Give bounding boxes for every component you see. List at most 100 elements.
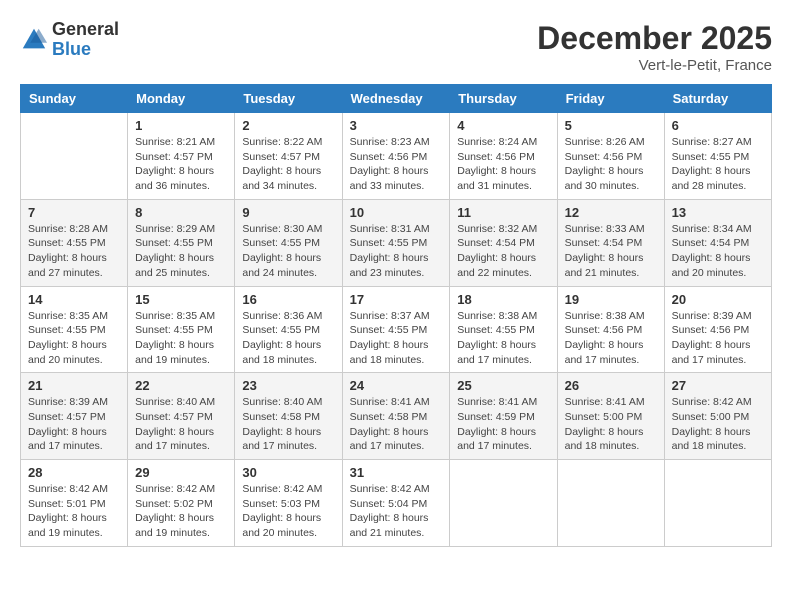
day-info: Sunrise: 8:26 AM Sunset: 4:56 PM Dayligh… xyxy=(565,135,657,194)
day-number: 12 xyxy=(565,205,657,220)
day-number: 13 xyxy=(672,205,764,220)
calendar-cell xyxy=(557,460,664,547)
day-info: Sunrise: 8:42 AM Sunset: 5:02 PM Dayligh… xyxy=(135,482,227,541)
day-number: 27 xyxy=(672,378,764,393)
column-header-saturday: Saturday xyxy=(664,85,771,113)
day-info: Sunrise: 8:41 AM Sunset: 5:00 PM Dayligh… xyxy=(565,395,657,454)
day-number: 17 xyxy=(350,292,443,307)
day-number: 31 xyxy=(350,465,443,480)
calendar-week-row: 28 Sunrise: 8:42 AM Sunset: 5:01 PM Dayli… xyxy=(21,460,772,547)
day-info: Sunrise: 8:42 AM Sunset: 5:00 PM Dayligh… xyxy=(672,395,764,454)
day-info: Sunrise: 8:42 AM Sunset: 5:04 PM Dayligh… xyxy=(350,482,443,541)
calendar-table: SundayMondayTuesdayWednesdayThursdayFrid… xyxy=(20,84,772,547)
day-info: Sunrise: 8:38 AM Sunset: 4:56 PM Dayligh… xyxy=(565,309,657,368)
day-number: 3 xyxy=(350,118,443,133)
day-info: Sunrise: 8:28 AM Sunset: 4:55 PM Dayligh… xyxy=(28,222,120,281)
day-info: Sunrise: 8:36 AM Sunset: 4:55 PM Dayligh… xyxy=(242,309,334,368)
calendar-cell: 20 Sunrise: 8:39 AM Sunset: 4:56 PM Dayli… xyxy=(664,286,771,373)
day-number: 19 xyxy=(565,292,657,307)
day-number: 1 xyxy=(135,118,227,133)
calendar-cell: 7Sunrise: 8:28 AM Sunset: 4:55 PM Daylig… xyxy=(21,199,128,286)
calendar-cell: 4Sunrise: 8:24 AM Sunset: 4:56 PM Daylig… xyxy=(450,113,557,200)
calendar-cell: 10 Sunrise: 8:31 AM Sunset: 4:55 PM Dayli… xyxy=(342,199,450,286)
day-info: Sunrise: 8:22 AM Sunset: 4:57 PM Dayligh… xyxy=(242,135,334,194)
logo: General Blue xyxy=(20,20,119,60)
day-number: 30 xyxy=(242,465,334,480)
calendar-cell: 3 Sunrise: 8:23 AM Sunset: 4:56 PM Daylig… xyxy=(342,113,450,200)
calendar-cell: 12 Sunrise: 8:33 AM Sunset: 4:54 PM Dayli… xyxy=(557,199,664,286)
day-info: Sunrise: 8:33 AM Sunset: 4:54 PM Dayligh… xyxy=(565,222,657,281)
day-number: 20 xyxy=(672,292,764,307)
calendar-cell: 2 Sunrise: 8:22 AM Sunset: 4:57 PM Daylig… xyxy=(235,113,342,200)
month-title: December 2025 xyxy=(537,20,772,57)
day-info: Sunrise: 8:35 AM Sunset: 4:55 PM Dayligh… xyxy=(135,309,227,368)
day-info: Sunrise: 8:24 AM Sunset: 4:56 PM Dayligh… xyxy=(457,135,549,194)
calendar-cell: 21 Sunrise: 8:39 AM Sunset: 4:57 PM Dayli… xyxy=(21,373,128,460)
day-number: 18 xyxy=(457,292,549,307)
day-info: Sunrise: 8:38 AM Sunset: 4:55 PM Dayligh… xyxy=(457,309,549,368)
day-number: 25 xyxy=(457,378,549,393)
day-number: 21 xyxy=(28,378,120,393)
day-info: Sunrise: 8:42 AM Sunset: 5:01 PM Dayligh… xyxy=(28,482,120,541)
day-info: Sunrise: 8:39 AM Sunset: 4:56 PM Dayligh… xyxy=(672,309,764,368)
page-header: General Blue December 2025 Vert-le-Petit… xyxy=(20,20,772,74)
calendar-cell: 27 Sunrise: 8:42 AM Sunset: 5:00 PM Dayli… xyxy=(664,373,771,460)
day-info: Sunrise: 8:21 AM Sunset: 4:57 PM Dayligh… xyxy=(135,135,227,194)
title-area: December 2025 Vert-le-Petit, France xyxy=(537,20,772,74)
calendar-cell: 16Sunrise: 8:36 AM Sunset: 4:55 PM Dayli… xyxy=(235,286,342,373)
calendar-cell: 14 Sunrise: 8:35 AM Sunset: 4:55 PM Dayli… xyxy=(21,286,128,373)
calendar-cell: 23 Sunrise: 8:40 AM Sunset: 4:58 PM Dayli… xyxy=(235,373,342,460)
day-number: 14 xyxy=(28,292,120,307)
calendar-cell: 17Sunrise: 8:37 AM Sunset: 4:55 PM Dayli… xyxy=(342,286,450,373)
column-header-friday: Friday xyxy=(557,85,664,113)
calendar-header-row: SundayMondayTuesdayWednesdayThursdayFrid… xyxy=(21,85,772,113)
day-number: 23 xyxy=(242,378,334,393)
calendar-cell: 22Sunrise: 8:40 AM Sunset: 4:57 PM Dayli… xyxy=(128,373,235,460)
column-header-wednesday: Wednesday xyxy=(342,85,450,113)
calendar-week-row: 14 Sunrise: 8:35 AM Sunset: 4:55 PM Dayli… xyxy=(21,286,772,373)
calendar-cell: 13Sunrise: 8:34 AM Sunset: 4:54 PM Dayli… xyxy=(664,199,771,286)
day-info: Sunrise: 8:39 AM Sunset: 4:57 PM Dayligh… xyxy=(28,395,120,454)
logo-blue: Blue xyxy=(52,40,119,60)
day-info: Sunrise: 8:40 AM Sunset: 4:58 PM Dayligh… xyxy=(242,395,334,454)
calendar-cell: 30 Sunrise: 8:42 AM Sunset: 5:03 PM Dayli… xyxy=(235,460,342,547)
calendar-week-row: 1 Sunrise: 8:21 AM Sunset: 4:57 PM Daylig… xyxy=(21,113,772,200)
day-info: Sunrise: 8:27 AM Sunset: 4:55 PM Dayligh… xyxy=(672,135,764,194)
calendar-cell xyxy=(21,113,128,200)
calendar-cell: 1 Sunrise: 8:21 AM Sunset: 4:57 PM Daylig… xyxy=(128,113,235,200)
day-info: Sunrise: 8:41 AM Sunset: 4:59 PM Dayligh… xyxy=(457,395,549,454)
day-number: 24 xyxy=(350,378,443,393)
calendar-cell: 28 Sunrise: 8:42 AM Sunset: 5:01 PM Dayli… xyxy=(21,460,128,547)
calendar-cell: 6 Sunrise: 8:27 AM Sunset: 4:55 PM Daylig… xyxy=(664,113,771,200)
day-number: 6 xyxy=(672,118,764,133)
calendar-cell: 8Sunrise: 8:29 AM Sunset: 4:55 PM Daylig… xyxy=(128,199,235,286)
day-number: 11 xyxy=(457,205,549,220)
day-info: Sunrise: 8:32 AM Sunset: 4:54 PM Dayligh… xyxy=(457,222,549,281)
calendar-cell: 15Sunrise: 8:35 AM Sunset: 4:55 PM Dayli… xyxy=(128,286,235,373)
day-number: 9 xyxy=(242,205,334,220)
day-info: Sunrise: 8:42 AM Sunset: 5:03 PM Dayligh… xyxy=(242,482,334,541)
day-info: Sunrise: 8:35 AM Sunset: 4:55 PM Dayligh… xyxy=(28,309,120,368)
calendar-cell: 18 Sunrise: 8:38 AM Sunset: 4:55 PM Dayli… xyxy=(450,286,557,373)
logo-general: General xyxy=(52,20,119,40)
day-number: 29 xyxy=(135,465,227,480)
calendar-cell: 24 Sunrise: 8:41 AM Sunset: 4:58 PM Dayli… xyxy=(342,373,450,460)
calendar-cell: 31 Sunrise: 8:42 AM Sunset: 5:04 PM Dayli… xyxy=(342,460,450,547)
calendar-cell: 5 Sunrise: 8:26 AM Sunset: 4:56 PM Daylig… xyxy=(557,113,664,200)
calendar-cell: 25 Sunrise: 8:41 AM Sunset: 4:59 PM Dayli… xyxy=(450,373,557,460)
calendar-cell: 26Sunrise: 8:41 AM Sunset: 5:00 PM Dayli… xyxy=(557,373,664,460)
day-info: Sunrise: 8:41 AM Sunset: 4:58 PM Dayligh… xyxy=(350,395,443,454)
column-header-monday: Monday xyxy=(128,85,235,113)
column-header-thursday: Thursday xyxy=(450,85,557,113)
location-subtitle: Vert-le-Petit, France xyxy=(537,57,772,74)
logo-icon xyxy=(20,26,48,54)
column-header-sunday: Sunday xyxy=(21,85,128,113)
calendar-cell: 11 Sunrise: 8:32 AM Sunset: 4:54 PM Dayli… xyxy=(450,199,557,286)
day-number: 2 xyxy=(242,118,334,133)
day-info: Sunrise: 8:23 AM Sunset: 4:56 PM Dayligh… xyxy=(350,135,443,194)
day-number: 10 xyxy=(350,205,443,220)
day-number: 5 xyxy=(565,118,657,133)
day-info: Sunrise: 8:31 AM Sunset: 4:55 PM Dayligh… xyxy=(350,222,443,281)
day-number: 28 xyxy=(28,465,120,480)
column-header-tuesday: Tuesday xyxy=(235,85,342,113)
